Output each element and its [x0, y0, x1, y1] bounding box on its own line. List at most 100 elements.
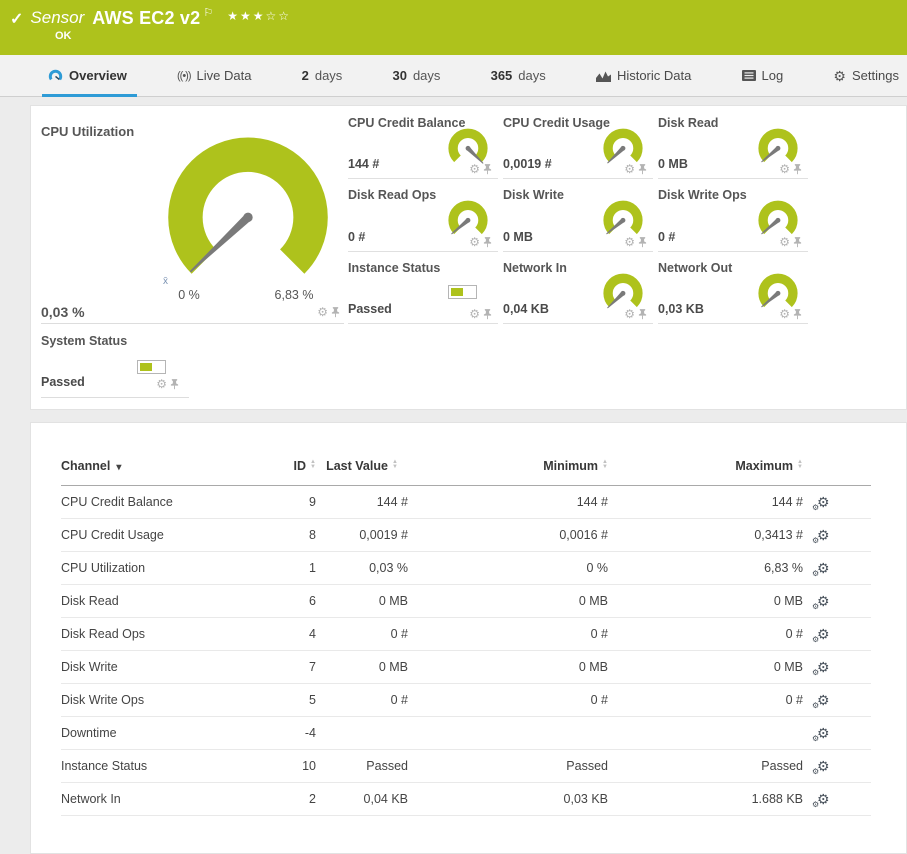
small-gauge	[758, 273, 798, 308]
channel-settings-gear-icon[interactable]: ⚙ ⚙	[812, 693, 830, 710]
gauge-tile-disk-read[interactable]: Disk Read 0 MB ⚙	[658, 114, 808, 179]
gauge-tile-disk-write-ops[interactable]: Disk Write Ops 0 # ⚙	[658, 186, 808, 252]
tile-title: CPU Utilization	[41, 124, 135, 139]
cpu-utilization-gauge	[168, 137, 328, 274]
flag-icon[interactable]: ⚐	[203, 6, 213, 19]
tab-overview[interactable]: Overview	[42, 55, 137, 97]
tile-pin-icon[interactable]	[638, 163, 647, 175]
column-header-channel[interactable]: Channel ▾	[61, 451, 251, 486]
channel-name: Disk Write Ops	[61, 683, 251, 717]
column-header-last-value[interactable]: Last Value ▲ ▼	[316, 451, 408, 486]
tile-gear-icon[interactable]: ⚙	[469, 236, 480, 248]
tile-pin-icon[interactable]	[793, 308, 802, 320]
table-row: Network In 2 0,04 KB 0,03 KB 1.688 KB ⚙ ⚙	[61, 782, 871, 816]
tile-pin-icon[interactable]	[483, 163, 492, 175]
tab-live-data[interactable]: ((•)) Live Data	[177, 55, 251, 96]
gauge-tile-instance-status[interactable]: Instance Status Passed ⚙	[348, 259, 498, 324]
tile-value: Passed	[41, 375, 85, 389]
channel-settings-gear-icon[interactable]: ⚙ ⚙	[812, 792, 830, 809]
tile-gear-icon[interactable]: ⚙	[624, 163, 635, 175]
small-gauge	[758, 128, 798, 163]
tile-gear-icon[interactable]: ⚙	[624, 308, 635, 320]
gauge-tile-cpu-credit-balance[interactable]: CPU Credit Balance 144 # ⚙	[348, 114, 498, 179]
sort-icon: ▲ ▼	[797, 459, 803, 470]
gauge-tile-disk-read-ops[interactable]: Disk Read Ops 0 # ⚙	[348, 186, 498, 252]
tab-30-days[interactable]: 30 days	[392, 55, 440, 96]
gauge-tile-cpu-credit-usage[interactable]: CPU Credit Usage 0,0019 # ⚙	[503, 114, 653, 179]
tile-gear-icon[interactable]: ⚙	[156, 378, 167, 390]
column-header-id[interactable]: ID ▲ ▼	[251, 451, 316, 486]
tile-pin-icon[interactable]	[170, 378, 179, 390]
tile-gear-icon[interactable]: ⚙	[317, 306, 328, 318]
table-header-row: Channel ▾ ID ▲ ▼ Last Value ▲ ▼ Minimum ▲ ▼ Max…	[61, 451, 871, 486]
table-row: CPU Credit Usage 8 0,0019 # 0,0016 # 0,3…	[61, 518, 871, 552]
tile-gear-icon[interactable]: ⚙	[469, 163, 480, 175]
gauge-scale-max: 6,83 %	[274, 288, 314, 302]
small-gauge	[448, 200, 488, 235]
tile-gear-icon[interactable]: ⚙	[469, 308, 480, 320]
channel-settings-gear-icon[interactable]: ⚙ ⚙	[812, 528, 830, 545]
channel-settings-gear-icon[interactable]: ⚙ ⚙	[812, 726, 830, 743]
gauge-tile-cpu-utilization[interactable]: CPU Utilization x̄ 0 % 6,83 % 0,03 % ⚙	[41, 116, 344, 324]
channel-settings-gear-icon[interactable]: ⚙ ⚙	[812, 495, 830, 512]
channel-name: Instance Status	[61, 749, 251, 783]
channel-settings-gear-icon[interactable]: ⚙ ⚙	[812, 660, 830, 677]
overview-gauges-panel: CPU Utilization x̄ 0 % 6,83 % 0,03 % ⚙ S…	[30, 105, 907, 410]
tab-log[interactable]: Log	[741, 55, 783, 96]
table-row: CPU Credit Balance 9 144 # 144 # 144 # ⚙…	[61, 485, 871, 519]
channel-settings-gear-icon[interactable]: ⚙ ⚙	[812, 627, 830, 644]
column-header-maximum[interactable]: Maximum ▲ ▼	[608, 451, 803, 486]
tile-pin-icon[interactable]	[793, 236, 802, 248]
tile-gear-icon[interactable]: ⚙	[779, 236, 790, 248]
tile-gear-icon[interactable]: ⚙	[779, 163, 790, 175]
sort-icon: ▲ ▼	[310, 459, 316, 470]
priority-stars[interactable]: ★★★☆☆	[227, 9, 291, 23]
tile-pin-icon[interactable]	[793, 163, 802, 175]
table-row: Disk Write 7 0 MB 0 MB 0 MB ⚙ ⚙	[61, 650, 871, 684]
tile-pin-icon[interactable]	[483, 236, 492, 248]
column-header-minimum[interactable]: Minimum ▲ ▼	[408, 451, 608, 486]
table-row: Instance Status 10 Passed Passed Passed …	[61, 749, 871, 783]
channel-settings-gear-icon[interactable]: ⚙ ⚙	[812, 561, 830, 578]
tile-pin-icon[interactable]	[331, 306, 340, 318]
settings-gear-icon: ⚙	[833, 67, 846, 84]
tab-bar: Overview ((•)) Live Data 2 days 30 days …	[0, 55, 907, 97]
channel-settings-gear-icon[interactable]: ⚙ ⚙	[812, 594, 830, 611]
tile-pin-icon[interactable]	[638, 236, 647, 248]
small-gauge	[603, 128, 643, 164]
sensor-prefix: Sensor	[30, 8, 85, 27]
column-header-actions	[803, 451, 871, 486]
tile-gear-icon[interactable]: ⚙	[779, 308, 790, 320]
channel-table-panel: Channel ▾ ID ▲ ▼ Last Value ▲ ▼ Minimum ▲ ▼ Max…	[30, 422, 907, 854]
tile-pin-icon[interactable]	[638, 308, 647, 320]
table-row: Disk Write Ops 5 0 # 0 # 0 # ⚙ ⚙	[61, 683, 871, 717]
channel-name: CPU Utilization	[61, 551, 251, 585]
tile-pin-icon[interactable]	[483, 308, 492, 320]
tab-2-days[interactable]: 2 days	[302, 55, 343, 96]
channel-name: Disk Write	[61, 650, 251, 684]
gauge-tile-network-in[interactable]: Network In 0,04 KB ⚙	[503, 259, 653, 324]
table-row: Disk Read Ops 4 0 # 0 # 0 # ⚙ ⚙	[61, 617, 871, 651]
channel-name: CPU Credit Usage	[61, 518, 251, 552]
small-gauge	[603, 200, 643, 235]
status-indicator-bar	[448, 285, 477, 299]
small-gauge	[603, 273, 643, 309]
gauge-tile-system-status[interactable]: System Status Passed ⚙	[41, 328, 189, 398]
channel-settings-gear-icon[interactable]: ⚙ ⚙	[812, 759, 830, 776]
tile-gear-icon[interactable]: ⚙	[624, 236, 635, 248]
tile-actions: ⚙	[317, 306, 340, 318]
tab-settings[interactable]: ⚙ Settings	[833, 55, 899, 96]
live-data-icon: ((•))	[177, 69, 191, 82]
sensor-header: ✓ Sensor AWS EC2 v2 ⚐ ★★★☆☆ OK	[0, 0, 907, 55]
gauge-tile-disk-write[interactable]: Disk Write 0 MB ⚙	[503, 186, 653, 252]
status-check-icon: ✓	[10, 11, 24, 28]
filter-caret-icon: ▾	[116, 462, 122, 473]
tab-365-days[interactable]: 365 days	[491, 55, 546, 96]
sensor-status-badge: OK	[55, 30, 72, 42]
sort-icon: ▲ ▼	[392, 459, 398, 470]
tab-historic-data[interactable]: Historic Data	[595, 55, 691, 96]
status-indicator-bar	[137, 360, 166, 374]
channel-name: Disk Read Ops	[61, 617, 251, 651]
gauge-tile-network-out[interactable]: Network Out 0,03 KB ⚙	[658, 259, 808, 324]
sensor-title: AWS EC2 v2	[92, 8, 201, 28]
